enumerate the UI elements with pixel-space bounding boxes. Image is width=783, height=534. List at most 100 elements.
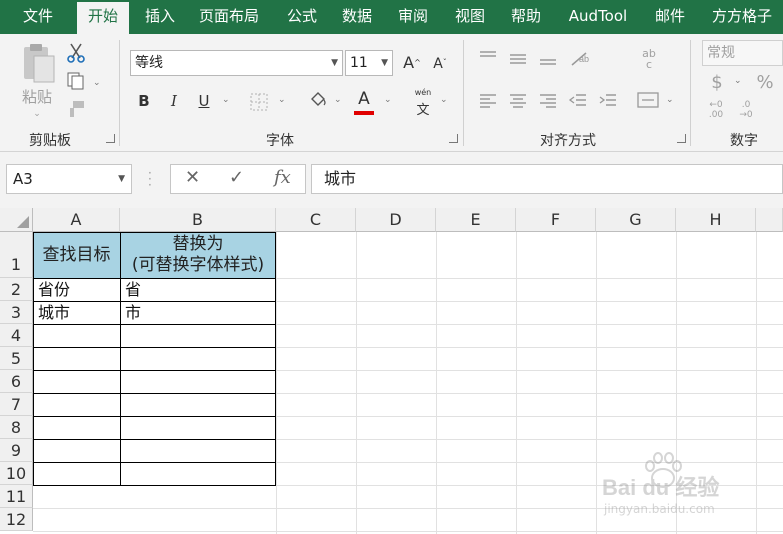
paste-icon <box>24 44 55 83</box>
underline-button[interactable]: U <box>192 90 216 116</box>
row-header-2[interactable]: 2 <box>0 278 33 301</box>
tab-mailings[interactable]: 邮件 <box>646 0 694 34</box>
borders-button[interactable] <box>248 92 270 114</box>
row-header-10[interactable]: 10 <box>0 462 33 485</box>
format-painter-button[interactable] <box>63 98 89 122</box>
name-box[interactable]: A3 ▼ <box>6 164 132 194</box>
cell-a3[interactable]: 城市 <box>34 302 70 324</box>
merge-dropdown-icon[interactable]: ⌄ <box>666 95 674 105</box>
align-right-button[interactable] <box>536 92 560 114</box>
alignment-launcher-icon[interactable] <box>677 134 686 143</box>
copy-button[interactable]: ⌄ <box>63 70 103 94</box>
increase-decimal-button[interactable]: ←0.00 <box>704 100 728 122</box>
cut-button[interactable] <box>63 42 89 66</box>
cell-b2[interactable]: 省 <box>121 279 141 301</box>
cancel-icon[interactable]: ✕ <box>185 167 200 188</box>
row-header-6[interactable]: 6 <box>0 370 33 393</box>
phonetic-dropdown-icon[interactable]: ⌄ <box>440 95 448 105</box>
grow-font-button[interactable]: A^ <box>400 52 424 76</box>
column-header-g[interactable]: G <box>596 208 676 232</box>
font-launcher-icon[interactable] <box>449 134 458 143</box>
font-color-swatch <box>354 111 374 115</box>
align-center-button[interactable] <box>506 92 530 114</box>
increase-indent-button[interactable] <box>596 92 620 114</box>
column-header-h[interactable]: H <box>676 208 756 232</box>
wrap-text-button[interactable]: ab c <box>636 48 662 74</box>
row-header-9[interactable]: 9 <box>0 439 33 462</box>
font-color-button[interactable]: A <box>352 88 376 116</box>
wrap-text-icon-line2: c <box>645 58 653 71</box>
merge-center-button[interactable] <box>634 90 662 116</box>
borders-dropdown-icon[interactable]: ⌄ <box>278 95 286 105</box>
paste-button[interactable]: 粘贴 ⌄ <box>14 42 60 119</box>
decrease-decimal-button[interactable]: .0 →0 <box>734 100 758 122</box>
svg-text:ab: ab <box>579 54 589 64</box>
row-header-3[interactable]: 3 <box>0 301 33 324</box>
table-borders <box>33 232 276 486</box>
column-header-e[interactable]: E <box>436 208 516 232</box>
column-header-a[interactable]: A <box>33 208 120 232</box>
tab-review[interactable]: 审阅 <box>389 0 437 34</box>
currency-dropdown-icon[interactable]: ⌄ <box>734 76 742 86</box>
paste-dropdown-icon: ⌄ <box>33 109 41 119</box>
tab-fangfang[interactable]: 方方格子 <box>704 0 780 34</box>
borders-icon <box>250 93 268 111</box>
cell-a2[interactable]: 省份 <box>34 279 70 301</box>
italic-button[interactable]: I <box>162 90 186 116</box>
row-header-7[interactable]: 7 <box>0 393 33 416</box>
decrease-indent-button[interactable] <box>566 92 590 114</box>
fill-color-dropdown-icon[interactable]: ⌄ <box>334 95 342 105</box>
column-header-c[interactable]: C <box>276 208 356 232</box>
merge-center-icon <box>637 92 659 108</box>
font-size-combobox[interactable]: 11 ▼ <box>345 50 393 76</box>
enter-icon[interactable]: ✓ <box>229 167 244 188</box>
clipboard-launcher-icon[interactable] <box>106 134 115 143</box>
tab-help[interactable]: 帮助 <box>502 0 550 34</box>
insert-function-icon[interactable]: fx <box>274 167 291 188</box>
font-name-combobox[interactable]: 等线 ▼ <box>130 50 343 76</box>
column-header-b[interactable]: B <box>120 208 276 232</box>
select-all-corner[interactable] <box>0 208 33 232</box>
shrink-font-button[interactable]: Aˇ <box>428 52 452 76</box>
increase-indent-icon <box>599 94 616 106</box>
fill-color-button[interactable] <box>306 90 330 116</box>
watermark-text: Bai du 经验 <box>602 475 720 500</box>
decrease-indent-icon <box>568 94 586 106</box>
bottom-align-button[interactable] <box>536 50 560 72</box>
copy-icon <box>67 72 84 90</box>
row-header-1[interactable]: 1 <box>0 232 33 278</box>
formula-input[interactable]: 城市 <box>311 164 783 194</box>
tab-file[interactable]: 文件 <box>8 0 68 34</box>
tab-page-layout[interactable]: 页面布局 <box>194 0 264 34</box>
number-format-combobox[interactable]: 常规 <box>702 40 783 66</box>
middle-align-button[interactable] <box>506 50 530 72</box>
orientation-button[interactable]: ab <box>568 48 596 72</box>
tab-data[interactable]: 数据 <box>333 0 381 34</box>
percent-button[interactable]: % <box>754 72 776 94</box>
column-header-i[interactable] <box>756 208 783 232</box>
tab-view[interactable]: 视图 <box>446 0 494 34</box>
row-header-11[interactable]: 11 <box>0 485 33 508</box>
font-color-dropdown-icon[interactable]: ⌄ <box>384 95 392 105</box>
align-left-button[interactable] <box>476 92 500 114</box>
font-group-label: 字体 <box>266 133 294 149</box>
row-header-4[interactable]: 4 <box>0 324 33 347</box>
row-header-8[interactable]: 8 <box>0 416 33 439</box>
tab-insert[interactable]: 插入 <box>134 0 186 34</box>
row-header-12[interactable]: 12 <box>0 508 33 531</box>
increase-decimal-icon: ←0 <box>709 100 723 110</box>
column-header-f[interactable]: F <box>516 208 596 232</box>
phonetic-guide-button[interactable]: wén 文 <box>410 88 436 118</box>
tab-audtool[interactable]: AudTool <box>560 0 636 34</box>
cell-b3[interactable]: 市 <box>121 302 141 324</box>
underline-dropdown-icon[interactable]: ⌄ <box>222 95 230 105</box>
align-left-icon <box>480 94 496 108</box>
column-header-d[interactable]: D <box>356 208 436 232</box>
bold-button[interactable]: B <box>132 90 156 116</box>
currency-button[interactable]: $ <box>706 72 728 94</box>
orientation-icon: ab <box>571 52 589 66</box>
tab-home[interactable]: 开始 <box>77 2 129 34</box>
tab-formulas[interactable]: 公式 <box>276 0 328 34</box>
row-header-5[interactable]: 5 <box>0 347 33 370</box>
top-align-button[interactable] <box>476 50 500 72</box>
